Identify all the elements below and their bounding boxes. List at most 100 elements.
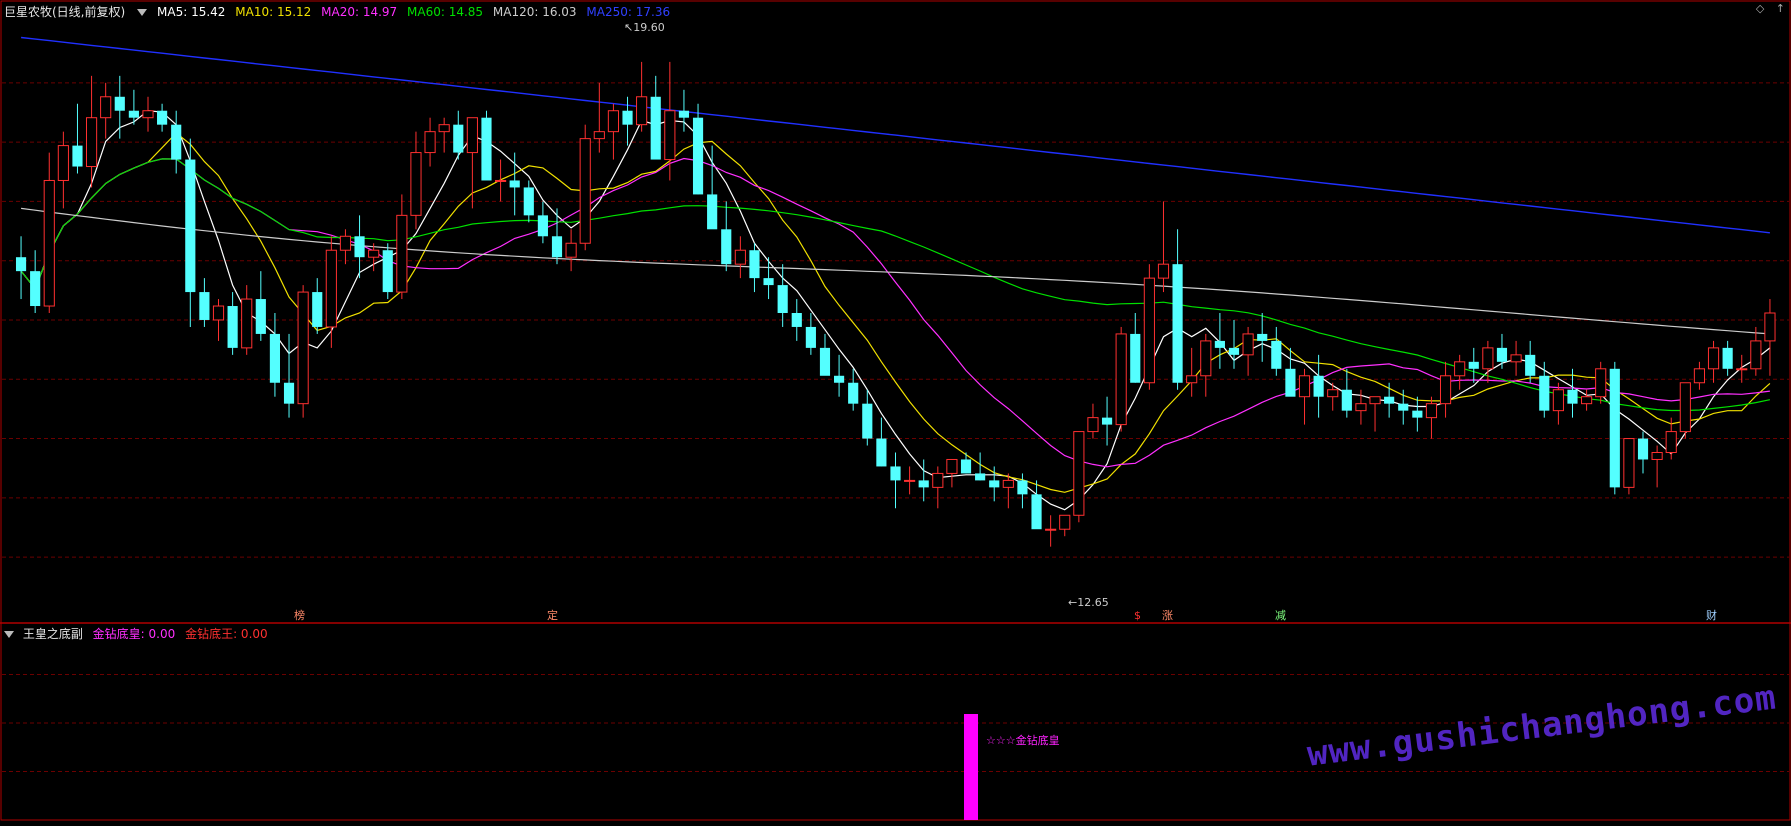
candle-body [1242,333,1254,356]
candle-body [593,131,605,140]
candle [312,278,323,334]
candle-body [763,278,774,286]
candle-body [1539,375,1550,411]
dropdown-icon[interactable] [137,8,148,16]
candle [114,75,125,139]
ma5-line [20,110,1771,511]
candle [834,354,845,397]
candle-body [1228,347,1240,355]
candle-body [960,459,972,474]
candle-body [1045,528,1057,531]
candle [1679,382,1691,439]
candle-body [1707,347,1720,370]
candle [1623,438,1635,495]
jinzuan-dihuang-bar [964,714,978,820]
low-price-label: ←12.65 [1068,596,1109,609]
candle-body [312,292,323,327]
candle-body [509,180,520,188]
signal-zhang: 涨 [1162,609,1173,622]
candle-body [1679,382,1691,433]
candle-body [650,96,661,160]
candle [537,201,548,244]
candle [721,201,732,272]
candle [1637,431,1649,474]
dropdown-icon[interactable] [4,630,14,638]
candle [1651,445,1663,488]
candle [283,333,295,418]
candle-body [523,187,534,216]
candle-body [537,215,548,237]
candle-body [932,472,944,488]
candle [43,152,55,313]
candle [904,466,916,495]
candle [171,110,182,174]
candle [85,75,98,188]
candle-body [1087,417,1099,433]
candle-body [946,458,958,474]
candle [72,103,83,174]
signal-cai: 财 [1706,609,1717,622]
candle [692,103,704,195]
candle [791,299,802,341]
candle [1285,347,1296,397]
candle-body [565,242,577,258]
jinzuan-diwang-readout: 金钻底王: 0.00 [185,627,268,641]
candle-body [862,403,873,439]
candle-body [1369,396,1381,405]
ma5-readout: MA5: 15.42 [157,5,226,19]
candle-body [382,250,393,293]
ma120-line [21,207,1770,335]
candle-body [975,473,986,481]
candle [382,243,393,300]
candle [297,285,309,418]
candle [565,229,577,272]
candle-body [100,96,112,119]
candle-body [989,480,1000,488]
candle [749,243,760,293]
candle [1341,368,1352,418]
candle [1412,396,1423,432]
candle [1045,515,1057,547]
candle-body [227,306,238,348]
candle-body [1412,410,1423,418]
candle-body [1525,354,1536,376]
candle-body [1468,361,1479,369]
candle-body [1143,277,1155,384]
candle-body [199,292,210,320]
candle [989,466,1000,502]
candle-body [1764,312,1776,342]
candle [396,194,408,300]
candle [1425,396,1438,439]
candle-body [721,229,732,265]
candle-body [481,117,492,181]
candle-body [185,159,196,293]
arrow-up-icon[interactable]: ↑ [1776,2,1785,15]
candle [946,458,958,488]
diamond-icon[interactable]: ◇ [1756,2,1764,15]
signal-dollar: $ [1134,609,1141,622]
chart-canvas[interactable] [0,0,1791,822]
candle [241,285,253,355]
candle [100,82,112,139]
window-controls: ◇ ↑ [1748,2,1785,15]
candle-body [1510,354,1522,363]
indicator-title: 王皇之底副 [22,627,83,641]
candle-body [1285,368,1296,397]
candle [1242,326,1254,376]
chart-border [0,0,1791,821]
candle [763,257,774,300]
candle [339,229,352,265]
candle-body [495,179,507,182]
candle [876,417,887,467]
candle-body [791,313,802,327]
candle-body [918,480,929,488]
stock-chart-window[interactable]: 巨星农牧(日线,前复权) MA5: 15.42 MA10: 15.12 MA20… [0,0,1791,822]
candle [960,452,972,474]
candle [255,271,266,341]
candle-body [1200,340,1212,377]
candle [410,131,422,230]
candle-body [1327,389,1339,398]
high-price-value: 19.60 [633,21,665,34]
candle [1369,396,1381,432]
candle [1172,229,1183,390]
